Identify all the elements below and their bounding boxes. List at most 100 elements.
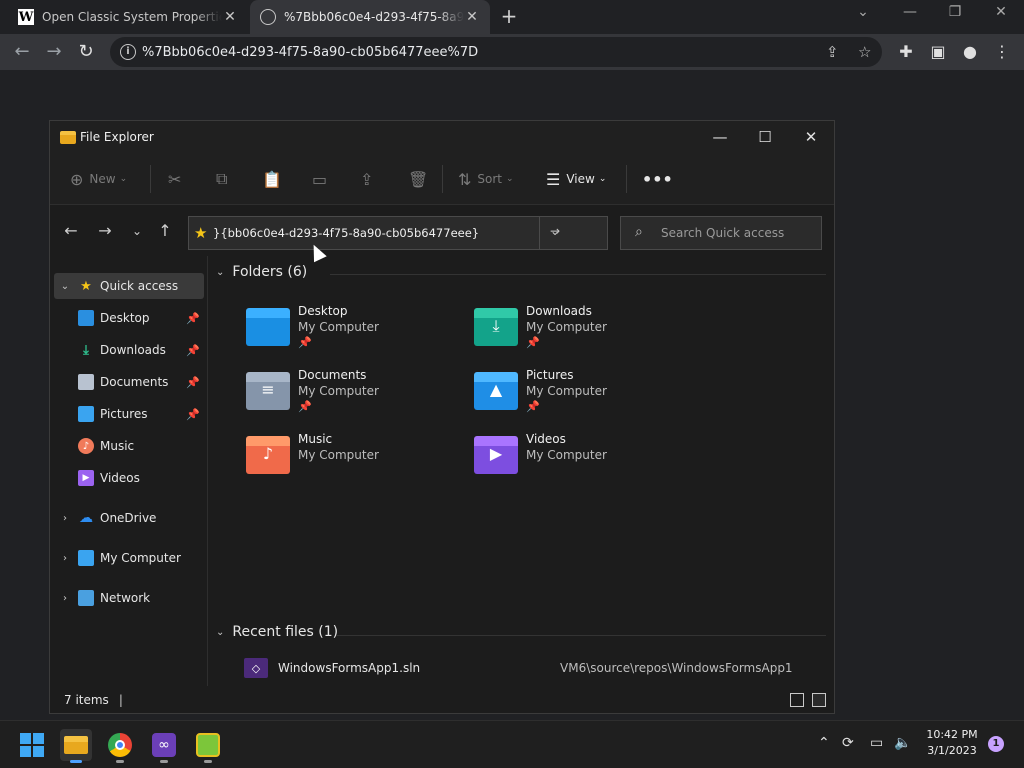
mountain-icon: ▲ [489,380,503,399]
browser-tab-1[interactable]: W Open Classic System Properties in ✕ [8,0,248,34]
folder-location: My Computer [526,384,607,398]
close-icon[interactable]: ✕ [797,125,825,149]
sort-icon: ⇅ [458,169,472,189]
explorer-titlebar: File Explorer — ☐ ✕ [50,121,834,153]
tab-close-icon[interactable]: ✕ [464,9,480,25]
chevron-right-icon[interactable]: › [58,513,72,524]
display-icon[interactable]: ▭ [870,735,883,751]
address-dropdown[interactable]: ⌄ → [539,217,607,249]
minimize-icon[interactable]: — [895,4,925,28]
notification-badge[interactable]: 1 [988,736,1004,752]
volume-icon[interactable]: 🔈 [894,735,911,751]
tiles-view-icon[interactable] [812,693,826,707]
divider [330,274,826,275]
start-button[interactable] [16,729,48,761]
rename-icon: ▭ [312,169,328,189]
profile-icon[interactable]: ● [960,42,980,61]
rename-button[interactable]: ▭ [312,169,333,189]
minimize-icon[interactable]: — [706,125,734,149]
chevron-down-icon[interactable]: ⌄ [58,281,72,292]
up-icon[interactable]: ↑ [154,220,176,242]
chevron-up-icon[interactable]: ⌃ [818,735,830,751]
go-arrow-icon[interactable]: → [550,224,599,238]
nav-item-desktop[interactable]: Desktop 📌 [54,305,204,331]
chevron-right-icon[interactable]: › [58,553,72,564]
folder-tile-desktop[interactable]: Desktop My Computer 📌 [246,304,466,360]
nav-item-videos[interactable]: ▶ Videos [54,465,204,491]
copy-button[interactable]: ⧉ [216,169,233,189]
close-icon[interactable]: ✕ [986,4,1016,28]
menu-icon[interactable]: ⋮ [992,42,1012,61]
recent-file-row[interactable]: ◇ WindowsFormsApp1.sln VM6\source\repos\… [244,658,804,678]
forward-icon[interactable]: → [42,40,66,64]
folder-icon [60,130,76,144]
maximize-icon[interactable]: ☐ [751,125,779,149]
folder-tile-downloads[interactable]: ⤓ Downloads My Computer 📌 [474,304,694,360]
url-text: %7Bbb06c0e4-d293-4f75-8a90-cb05b6477eee%… [142,44,479,60]
nav-label: Quick access [100,279,179,293]
extensions-icon[interactable]: ✚ [896,42,916,61]
folders-group-header[interactable]: ⌄ Folders (6) [216,264,307,280]
recent-file-name: WindowsFormsApp1.sln [278,661,421,675]
more-options-icon[interactable]: ••• [642,169,673,189]
clock[interactable]: 10:42 PM 3/1/2023 [924,727,980,759]
folder-tile-documents[interactable]: ≡ Documents My Computer 📌 [246,368,466,424]
nav-label: Music [100,439,135,453]
cut-button[interactable]: ✂ [168,169,187,189]
view-button[interactable]: ☰ View ⌄ [546,169,606,189]
site-info-icon[interactable]: i [120,44,136,60]
folder-tile-music[interactable]: ♪ Music My Computer [246,432,466,488]
tab-close-icon[interactable]: ✕ [222,9,238,25]
new-tab-button[interactable]: + [498,6,520,28]
restore-icon[interactable]: ❐ [940,4,970,28]
nav-label: Desktop [100,311,150,325]
folder-tile-pictures[interactable]: ▲ Pictures My Computer 📌 [474,368,694,424]
paste-button[interactable]: 📋 [262,169,288,189]
nav-label: Downloads [100,343,166,357]
wikihow-icon: W [18,9,34,25]
back-icon[interactable]: ← [10,40,34,64]
browser-tab-2[interactable]: %7Bbb06c0e4-d293-4f75-8a90-cb05b6477eee%… [250,0,490,34]
forward-icon[interactable]: → [94,220,116,242]
nav-item-music[interactable]: ♪ Music [54,433,204,459]
new-button[interactable]: ⊕ New ⌄ [70,169,127,189]
nav-item-quick-access[interactable]: ⌄ ★ Quick access [54,273,204,299]
recent-group-header[interactable]: ⌄ Recent files (1) [216,624,338,640]
nav-item-documents[interactable]: Documents 📌 [54,369,204,395]
folder-tile-videos[interactable]: ▶ Videos My Computer [474,432,694,488]
taskbar-chrome[interactable] [104,729,136,763]
address-bar[interactable]: i %7Bbb06c0e4-d293-4f75-8a90-cb05b6477ee… [110,37,882,67]
star-icon: ★ [80,278,92,294]
chevron-right-icon[interactable]: › [58,593,72,604]
folder-location: My Computer [526,320,607,334]
taskbar-visual-studio[interactable]: ∞ [148,729,180,763]
back-icon[interactable]: ← [60,220,82,242]
folder-name: Videos [526,432,566,446]
nav-item-network[interactable]: › Network [54,585,204,611]
nav-item-pictures[interactable]: Pictures 📌 [54,401,204,427]
text-cursor: | [118,693,123,707]
sync-icon[interactable]: ⟳ [842,735,854,751]
share-button[interactable]: ⇪ [360,169,379,189]
taskbar-app[interactable] [192,729,224,763]
chevron-down-icon: ⌄ [119,174,128,184]
recent-locations-icon[interactable]: ⌄ [126,220,148,242]
side-panel-icon[interactable]: ▣ [928,42,948,61]
document-lines-icon: ≡ [261,380,275,399]
clock-time: 10:42 PM [926,728,978,741]
reload-icon[interactable]: ↻ [74,40,98,64]
tab-search-icon[interactable]: ⌄ [848,4,878,28]
share-icon[interactable]: ⇪ [826,43,839,61]
clock-date: 3/1/2023 [927,744,977,757]
nav-item-downloads[interactable]: ⤓ Downloads 📌 [54,337,204,363]
sort-button[interactable]: ⇅ Sort ⌄ [458,169,514,189]
delete-button[interactable]: 🗑 [408,169,434,189]
recent-file-path: VM6\source\repos\WindowsFormsApp1 [560,661,793,675]
bookmark-star-icon[interactable]: ☆ [858,43,871,61]
search-input[interactable]: ⌕ Search Quick access [620,216,822,250]
details-view-icon[interactable] [790,693,804,707]
explorer-address-input[interactable]: ★ }{bb06c0e4-d293-4f75-8a90-cb05b6477eee… [188,216,608,250]
taskbar-file-explorer[interactable] [60,729,92,763]
nav-item-onedrive[interactable]: › ☁ OneDrive [54,505,204,531]
nav-item-my-computer[interactable]: › My Computer [54,545,204,571]
